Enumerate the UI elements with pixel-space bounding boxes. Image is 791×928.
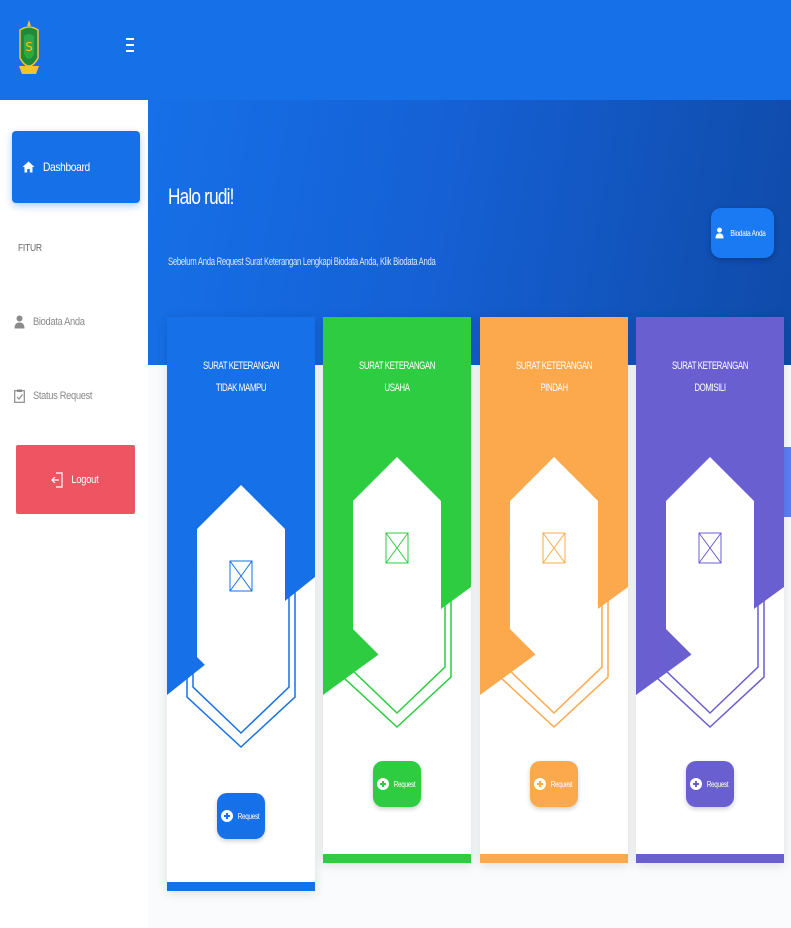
card-title: SURAT KETERANGAN TIDAK MAMPU bbox=[203, 360, 279, 394]
user-icon bbox=[715, 227, 724, 239]
request-button[interactable]: Request bbox=[373, 761, 421, 807]
top-navbar bbox=[148, 0, 791, 100]
logout-label: Logout bbox=[70, 473, 99, 486]
plus-icon bbox=[376, 778, 389, 790]
biodata-button-label: Biodata Anda bbox=[730, 228, 766, 238]
logout-button[interactable]: Logout bbox=[16, 445, 135, 514]
plus-icon bbox=[220, 810, 233, 822]
card-surat-tidak-mampu: SURAT KETERANGAN TIDAK MAMPU Request bbox=[167, 317, 315, 891]
logout-icon bbox=[50, 471, 63, 488]
request-button-label: Request bbox=[393, 779, 415, 789]
card-surat-pindah: SURAT KETERANGAN PINDAH Request bbox=[480, 317, 628, 863]
card-title: SURAT KETERANGAN PINDAH bbox=[516, 360, 592, 394]
user-icon bbox=[14, 315, 25, 329]
home-icon bbox=[22, 161, 35, 173]
card-surat-usaha: SURAT KETERANGAN USAHA Request bbox=[323, 317, 471, 863]
sidebar-section-label: FITUR bbox=[18, 243, 42, 254]
request-button[interactable]: Request bbox=[217, 793, 265, 839]
svg-text:S: S bbox=[25, 40, 33, 54]
sidebar-item-label: Biodata Anda bbox=[33, 316, 85, 328]
card-bottom-bar bbox=[636, 854, 784, 863]
clipboard-check-icon bbox=[14, 389, 25, 403]
hero-subtitle: Sebelum Anda Request Surat Keterangan Le… bbox=[168, 256, 436, 268]
hamburger-menu-icon[interactable] bbox=[122, 36, 136, 58]
sidebar-item-biodata[interactable]: Biodata Anda bbox=[14, 307, 94, 337]
card-bottom-bar bbox=[480, 854, 628, 863]
biodata-button[interactable]: Biodata Anda bbox=[711, 208, 774, 258]
emblem-logo[interactable]: S bbox=[16, 18, 42, 82]
sidebar-item-label: Dashboard bbox=[43, 160, 90, 174]
sidebar-item-label: Status Request bbox=[33, 390, 93, 402]
plus-icon bbox=[689, 778, 702, 790]
sidebar-header: S bbox=[0, 0, 148, 100]
request-button[interactable]: Request bbox=[530, 761, 578, 807]
card-surat-domisili: SURAT KETERANGAN DOMISILI Request bbox=[636, 317, 784, 863]
request-button[interactable]: Request bbox=[686, 761, 734, 807]
sidebar: S Dashboard FITUR Biodata Anda Status Re… bbox=[0, 0, 148, 928]
request-button-label: Request bbox=[706, 779, 728, 789]
card-title: SURAT KETERANGAN DOMISILI bbox=[672, 360, 748, 394]
greeting-title: Halo rudi! bbox=[168, 184, 234, 209]
request-button-label: Request bbox=[237, 811, 259, 821]
sidebar-item-dashboard[interactable]: Dashboard bbox=[12, 131, 140, 203]
card-title: SURAT KETERANGAN USAHA bbox=[359, 360, 435, 394]
sidebar-item-status-request[interactable]: Status Request bbox=[14, 381, 103, 411]
card-bottom-bar bbox=[167, 882, 315, 891]
card-bottom-bar bbox=[323, 854, 471, 863]
plus-icon bbox=[533, 778, 546, 790]
request-button-label: Request bbox=[550, 779, 572, 789]
